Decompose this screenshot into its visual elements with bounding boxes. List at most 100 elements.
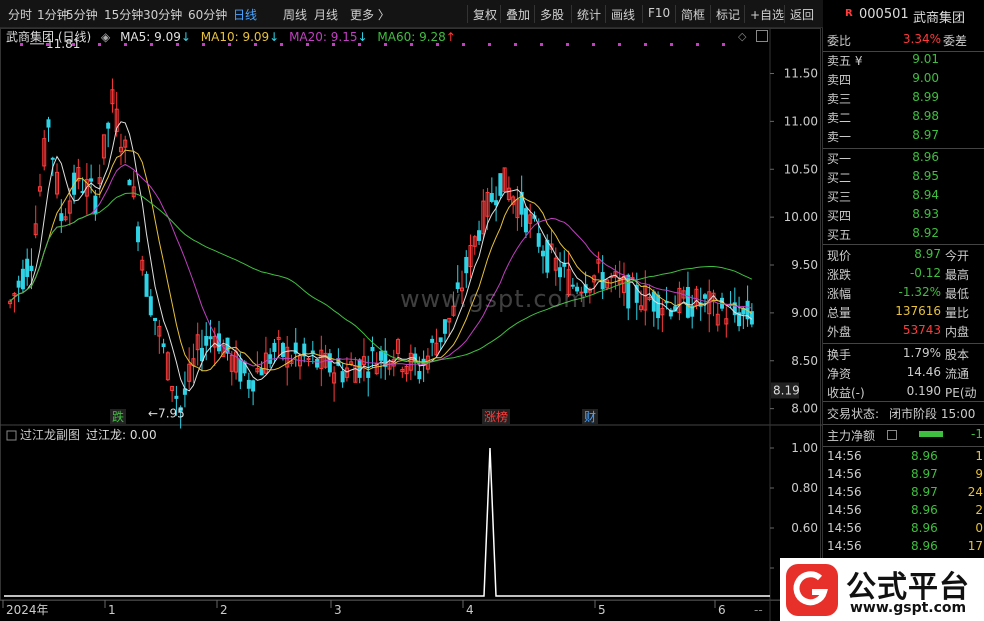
toolbar-action-button[interactable]: 返回 — [790, 6, 814, 23]
stat-label: 外盘 — [827, 325, 852, 339]
x-axis-label: 2 — [220, 603, 228, 617]
list-icon[interactable] — [887, 430, 897, 440]
ma-legend: 武商集团 (日线) ◈ MA5: 9.09↓ MA10: 9.09↓ MA20:… — [6, 28, 462, 44]
period-tab[interactable]: 更多 〉 — [350, 6, 390, 23]
stat-value: 53743 — [902, 323, 941, 337]
toolbar-action-button[interactable]: 叠加 — [506, 6, 530, 23]
gspt-logo: 公式平台 www.gspt.com — [780, 558, 984, 621]
tick-time: 14:56 — [827, 467, 862, 481]
toolbar-action-button[interactable]: 复权 — [473, 6, 497, 23]
candle-body — [50, 157, 55, 160]
candle-body — [25, 258, 30, 277]
tick-volume: 2 — [975, 503, 983, 517]
stat-label-2: 股本 — [945, 348, 970, 362]
toolbar-action-button[interactable]: 统计 — [577, 6, 601, 23]
toolbar-action-button[interactable]: 标记 — [716, 6, 740, 23]
buy-price: 8.93 — [912, 207, 939, 221]
event-tag: 涨榜 — [484, 409, 508, 424]
price-axis-label: 11.00 — [784, 114, 818, 128]
period-tab[interactable]: 15分钟 — [104, 6, 143, 23]
candle-body — [685, 286, 690, 318]
tick-price: 8.97 — [911, 485, 938, 499]
candle-body — [259, 368, 264, 376]
price-axis-label: 9.50 — [791, 258, 818, 272]
candle-body — [379, 351, 383, 361]
candle-body — [357, 359, 362, 378]
stock-code: 000501 — [859, 7, 909, 22]
price-axis-label: 8.00 — [791, 402, 818, 416]
status-row: 交易状态: 闭市阶段 15:00 — [823, 405, 984, 423]
ma10-line — [9, 149, 753, 372]
candle-body — [477, 230, 482, 241]
stat-value: 137616 — [895, 304, 941, 318]
toolbar-separator — [744, 5, 745, 23]
price-axis-label: 10.00 — [784, 210, 818, 224]
quote-header: R 000501 武商集团 — [823, 0, 984, 28]
price-axis-label: 11.50 — [784, 67, 818, 81]
kline-chart[interactable]: 11.5011.0010.5010.009.509.008.508.008.19… — [0, 28, 822, 621]
sell-row: 卖五 ¥ 9.01 — [823, 52, 984, 70]
candle-body — [464, 256, 469, 274]
toolbar-separator — [642, 5, 643, 23]
toolbar-action-button[interactable]: F10 — [648, 6, 670, 20]
weibi-row: 委比 3.34% 委差 — [823, 32, 984, 50]
toolbar-action-button[interactable]: 多股 — [540, 6, 564, 23]
buy-row: 买五 8.92 — [823, 226, 984, 244]
chart-options-icon[interactable]: ◇ — [738, 30, 746, 43]
gear-icon[interactable]: ◈ — [101, 30, 110, 44]
candle-body — [199, 347, 204, 362]
flow-row: 主力净额 -1 — [823, 427, 984, 445]
signal-dot — [462, 43, 465, 46]
chart-area[interactable]: 11.50 11.00 10.50 10.00 9.50 9.00 8.50 8.00 8.19… — [0, 28, 822, 621]
candle-body — [46, 119, 51, 128]
close-panel-icon[interactable] — [756, 30, 768, 42]
tick-volume: 0 — [975, 521, 983, 535]
tick-volume: 24 — [967, 485, 983, 499]
candle-body — [536, 233, 541, 247]
stat-label-2: 今开 — [945, 249, 970, 263]
candle-body — [89, 178, 94, 182]
divider — [823, 446, 984, 447]
stat-row: 收益(-) 0.190 PE(动 — [823, 384, 984, 402]
stat-label-2: 量比 — [945, 306, 970, 320]
sub-axis-label: 1.00 — [791, 441, 818, 455]
candle-body — [16, 280, 21, 288]
candle-body — [523, 208, 528, 233]
candle-body — [20, 268, 25, 290]
candle-body — [438, 337, 443, 343]
stat-label-2: 最低 — [945, 287, 970, 301]
candle-body — [702, 294, 707, 299]
x-axis-label: 2024年 — [6, 603, 49, 617]
period-tab[interactable]: 月线 — [314, 6, 338, 23]
r-badge: R — [845, 8, 853, 19]
toolbar-separator — [500, 5, 501, 23]
period-tab[interactable]: 周线 — [283, 6, 307, 23]
tick-row: 14:56 8.96 0 — [823, 521, 984, 539]
buy-label: 买二 — [827, 171, 852, 185]
period-tab[interactable]: 5分钟 — [66, 6, 98, 23]
candle-body — [272, 342, 277, 352]
toolbar-action-button[interactable]: 画线 — [611, 6, 635, 23]
candle-body — [498, 173, 503, 196]
period-tab[interactable]: 60分钟 — [188, 6, 227, 23]
buy-row: 买四 8.93 — [823, 207, 984, 225]
toolbar-action-button[interactable]: +自选 — [750, 6, 784, 23]
period-tab[interactable]: 1分钟 — [37, 6, 69, 23]
tick-volume: 9 — [975, 467, 983, 481]
tick-price: 8.96 — [911, 539, 938, 553]
sub-axis-label: 0.80 — [791, 481, 818, 495]
stat-label-2: 内盘 — [945, 325, 970, 339]
stat-label: 换手 — [827, 348, 852, 362]
stock-name: 武商集团 — [913, 11, 966, 26]
toolbar-separator — [784, 5, 785, 23]
tick-time: 14:56 — [827, 521, 862, 535]
toolbar-separator — [605, 5, 606, 23]
period-tab[interactable]: 30分钟 — [143, 6, 182, 23]
toolbar-action-button[interactable]: 简框 — [681, 6, 705, 23]
ma60-label: MA60: 9.28↑ — [377, 30, 456, 44]
period-tab[interactable]: 分时 — [8, 6, 32, 23]
candle-body — [340, 371, 345, 383]
status-label: 交易状态: — [827, 407, 880, 421]
sell-price: 8.98 — [912, 109, 939, 123]
period-tab[interactable]: 日线 — [233, 6, 257, 23]
